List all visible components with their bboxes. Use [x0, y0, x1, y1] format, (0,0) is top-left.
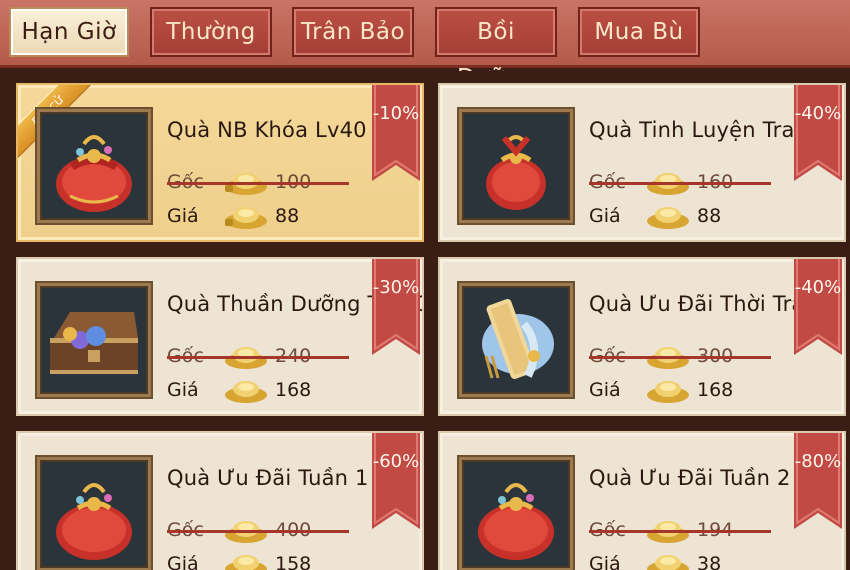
fashion-scroll-icon — [482, 299, 554, 379]
discount-text: -30% — [372, 277, 420, 298]
tab-thuong[interactable]: Thường — [150, 7, 272, 57]
red-gift-bag-icon — [56, 483, 132, 560]
sale-price-value: 88 — [697, 205, 722, 227]
discount-text: -10% — [372, 103, 420, 124]
shop-item-card[interactable]: Quà Ưu Đãi Tuần 1 Gốc 400 Giá 158 -60% — [16, 431, 424, 570]
discount-ribbon — [794, 85, 842, 181]
tab-boi-duong[interactable]: Bồi Dưỡng — [435, 7, 557, 91]
shop-item-card[interactable]: Quà Tinh Luyện Trang Bị Gốc 160 Giá 88 -… — [438, 83, 846, 242]
sale-price-label: Giá — [167, 553, 199, 570]
shop-item-card[interactable]: Quà Thuần Dưỡng Thú Cưng Gốc 240 Giá 168… — [16, 257, 424, 416]
gold-ingot-icon — [647, 207, 689, 229]
discount-text: -40% — [794, 103, 842, 124]
shop-item-card[interactable]: Quà Ưu Đãi Tuần 2 Gốc 194 Giá 38 -80% — [438, 431, 846, 570]
discount-ribbon — [372, 259, 420, 355]
sale-price-label: Giá — [589, 205, 621, 227]
discount-text: -80% — [794, 451, 842, 472]
sale-price-label: Giá — [589, 553, 621, 570]
red-gift-bag-icon — [56, 135, 132, 212]
red-gift-bag-icon — [486, 135, 546, 210]
gold-ingot-icon — [647, 381, 689, 403]
item-icon-frame — [37, 283, 151, 397]
sale-price-label: Giá — [167, 379, 199, 401]
item-icon-frame — [37, 457, 151, 570]
discount-ribbon — [372, 85, 420, 181]
gold-ingot-icon — [225, 555, 267, 570]
sale-price-value: 88 — [275, 205, 300, 227]
gold-ingot-icon — [225, 381, 267, 403]
gold-ingot-icon — [647, 555, 689, 570]
shop-item-card[interactable]: Quà Ưu Đãi Thời Trang Gốc 300 Giá 168 -4… — [438, 257, 846, 416]
sale-price-value: 158 — [275, 553, 312, 570]
red-gift-bag-icon — [478, 483, 554, 560]
tab-bar: Hạn Giờ Thường Trân Bảo Bồi Dưỡng Mua Bù — [0, 0, 850, 91]
strikethrough — [167, 182, 349, 185]
item-icon-frame — [459, 109, 573, 223]
shop-grid: Đề cử Quà NB Khóa Lv40 Gốc 100 Giá — [0, 71, 850, 570]
sale-price-value: 168 — [275, 379, 312, 401]
tab-mua-bu[interactable]: Mua Bù — [578, 7, 700, 57]
tab-tran-bao[interactable]: Trân Bảo — [292, 7, 414, 57]
item-name: Quà NB Khóa Lv40 — [167, 118, 367, 142]
sale-price-label: Giá — [589, 379, 621, 401]
sale-price-value: 38 — [697, 553, 722, 570]
strikethrough — [589, 182, 771, 185]
item-icon-frame — [459, 283, 573, 397]
discount-ribbon — [794, 259, 842, 355]
discount-text: -40% — [794, 277, 842, 298]
discount-ribbon — [794, 433, 842, 529]
strikethrough — [167, 356, 349, 359]
item-icon-frame — [37, 109, 151, 223]
sale-price-value: 168 — [697, 379, 734, 401]
shop-item-card[interactable]: Đề cử Quà NB Khóa Lv40 Gốc 100 Giá — [16, 83, 424, 242]
gold-ingot-icon — [225, 207, 267, 229]
item-name: Quà Ưu Đãi Tuần 2 — [589, 466, 791, 490]
treasure-chest-icon — [50, 312, 138, 374]
sale-price-label: Giá — [167, 205, 199, 227]
item-name: Quà Ưu Đãi Tuần 1 — [167, 466, 369, 490]
item-icon-frame — [459, 457, 573, 570]
strikethrough — [589, 356, 771, 359]
strikethrough — [167, 530, 349, 533]
discount-text: -60% — [372, 451, 420, 472]
strikethrough — [589, 530, 771, 533]
discount-ribbon — [372, 433, 420, 529]
tab-han-gio[interactable]: Hạn Giờ — [9, 7, 129, 57]
